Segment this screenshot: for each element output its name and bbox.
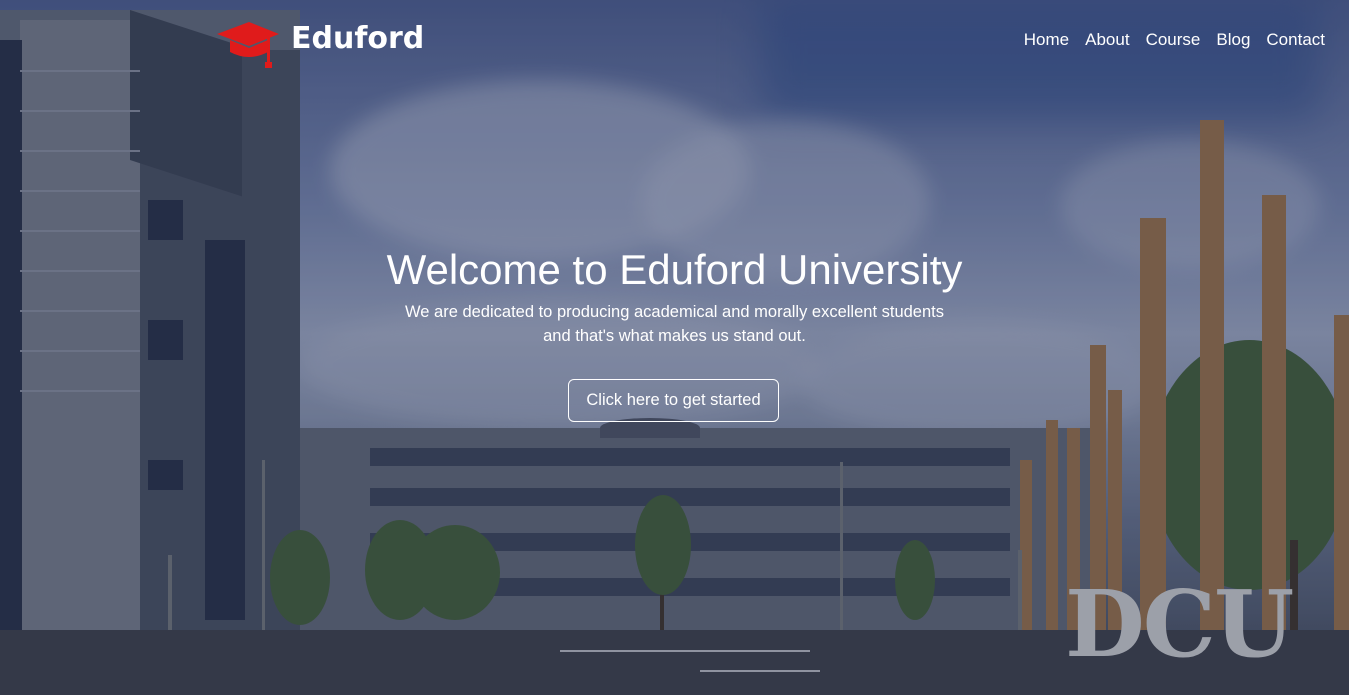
nav-about[interactable]: About bbox=[1085, 30, 1129, 50]
hero-title: Welcome to Eduford University bbox=[386, 246, 963, 293]
nav-home[interactable]: Home bbox=[1024, 30, 1069, 50]
hero-background: DCU bbox=[0, 0, 1349, 695]
main-nav: Home About Course Blog Contact bbox=[1008, 30, 1325, 50]
brand[interactable]: Eduford bbox=[215, 14, 424, 70]
nav-contact[interactable]: Contact bbox=[1266, 30, 1325, 50]
brand-name: Eduford bbox=[291, 20, 425, 56]
graduation-cap-icon bbox=[215, 14, 281, 70]
nav-blog[interactable]: Blog bbox=[1216, 30, 1250, 50]
nav-course[interactable]: Course bbox=[1146, 30, 1201, 50]
get-started-button[interactable]: Click here to get started bbox=[568, 379, 779, 422]
hero-subtitle-line2: and that's what makes us stand out. bbox=[543, 327, 806, 345]
hero-subtitle-line1: We are dedicated to producing academical… bbox=[404, 303, 944, 321]
